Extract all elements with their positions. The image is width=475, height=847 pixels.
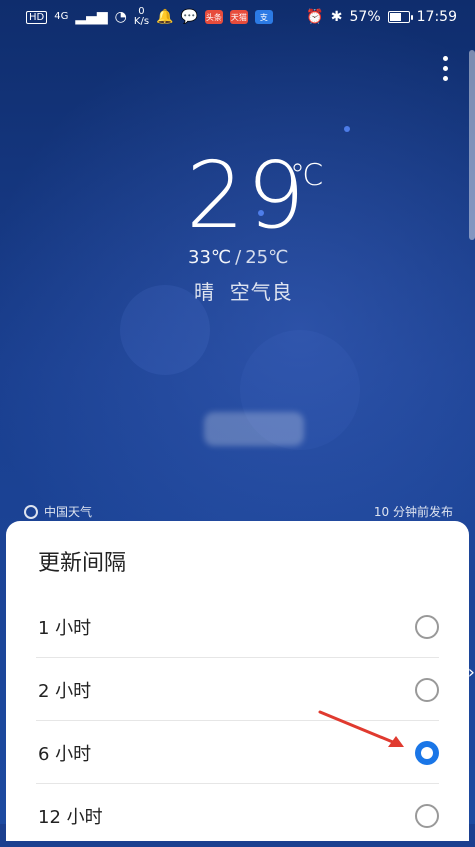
air-quality: 空气良 — [229, 280, 293, 304]
more-options-icon[interactable] — [443, 56, 449, 86]
wifi-icon: ◔ — [114, 9, 127, 25]
temperature-range: 33℃/25℃ — [188, 247, 288, 268]
bluetooth-icon: ✱ — [330, 9, 343, 25]
clock: 17:59 — [416, 9, 457, 25]
source-label: 中国天气 — [44, 505, 93, 519]
data-source: 中国天气 — [24, 503, 92, 520]
temperature-unit: ℃ — [290, 158, 324, 193]
chat-icon: 💬 — [180, 9, 198, 25]
option-2-hours[interactable]: 2 小时 — [36, 659, 439, 721]
option-label: 1 小时 — [38, 617, 92, 639]
radio-button[interactable] — [415, 804, 439, 828]
signal-icon: ▂▄▆ — [75, 9, 108, 25]
sheet-title: 更新间隔 — [38, 551, 127, 576]
temperature-low: 25℃ — [245, 247, 289, 268]
tmall-icon: 天猫 — [229, 10, 248, 24]
range-separator: / — [235, 247, 242, 268]
option-12-hours[interactable]: 12 小时 — [36, 785, 439, 847]
status-bar: HD 4G ▂▄▆ ◔ 0 K/s 🔔 💬 头条 天猫 支 ⏰ ✱ 57% 17… — [0, 0, 475, 34]
option-1-hour[interactable]: 1 小时 — [36, 596, 439, 658]
net-speed: 0 K/s — [134, 7, 149, 27]
radio-button-selected[interactable] — [415, 740, 439, 765]
battery-icon — [387, 11, 413, 23]
current-temperature: 29 — [186, 142, 308, 249]
alarm-icon: ⏰ — [306, 9, 324, 25]
option-6-hours[interactable]: 6 小时 — [36, 722, 439, 784]
battery-level — [389, 13, 402, 21]
alipay-icon: 支 — [254, 10, 273, 24]
radio-button[interactable] — [415, 614, 439, 639]
hd-indicator: HD — [26, 10, 48, 24]
battery-percent: 57% — [349, 9, 381, 25]
blurred-location — [204, 412, 304, 446]
update-interval-sheet: 更新间隔 1 小时 2 小时 6 小时 12 小时 — [6, 521, 469, 841]
cma-logo-icon — [24, 504, 38, 519]
decorative-dot — [344, 126, 350, 132]
option-label: 2 小时 — [38, 680, 92, 702]
scrollbar[interactable] — [469, 50, 475, 240]
network-type: 4G — [54, 11, 69, 22]
option-label: 12 小时 — [38, 807, 103, 828]
qq-icon: 🔔 — [156, 9, 174, 25]
weather-condition-line: 晴 空气良 — [194, 276, 293, 305]
temperature-high: 33℃ — [188, 247, 232, 268]
net-speed-unit: K/s — [133, 16, 150, 27]
toutiao-icon: 头条 — [204, 10, 223, 24]
published-time: 10 分钟前发布 — [373, 505, 453, 519]
radio-button[interactable] — [415, 677, 439, 702]
status-right: ⏰ ✱ 57% 17:59 — [306, 9, 457, 25]
weather-condition: 晴 — [194, 280, 215, 304]
option-label: 6 小时 — [38, 743, 92, 765]
status-left: HD 4G ▂▄▆ ◔ 0 K/s 🔔 💬 头条 天猫 支 — [26, 7, 273, 27]
